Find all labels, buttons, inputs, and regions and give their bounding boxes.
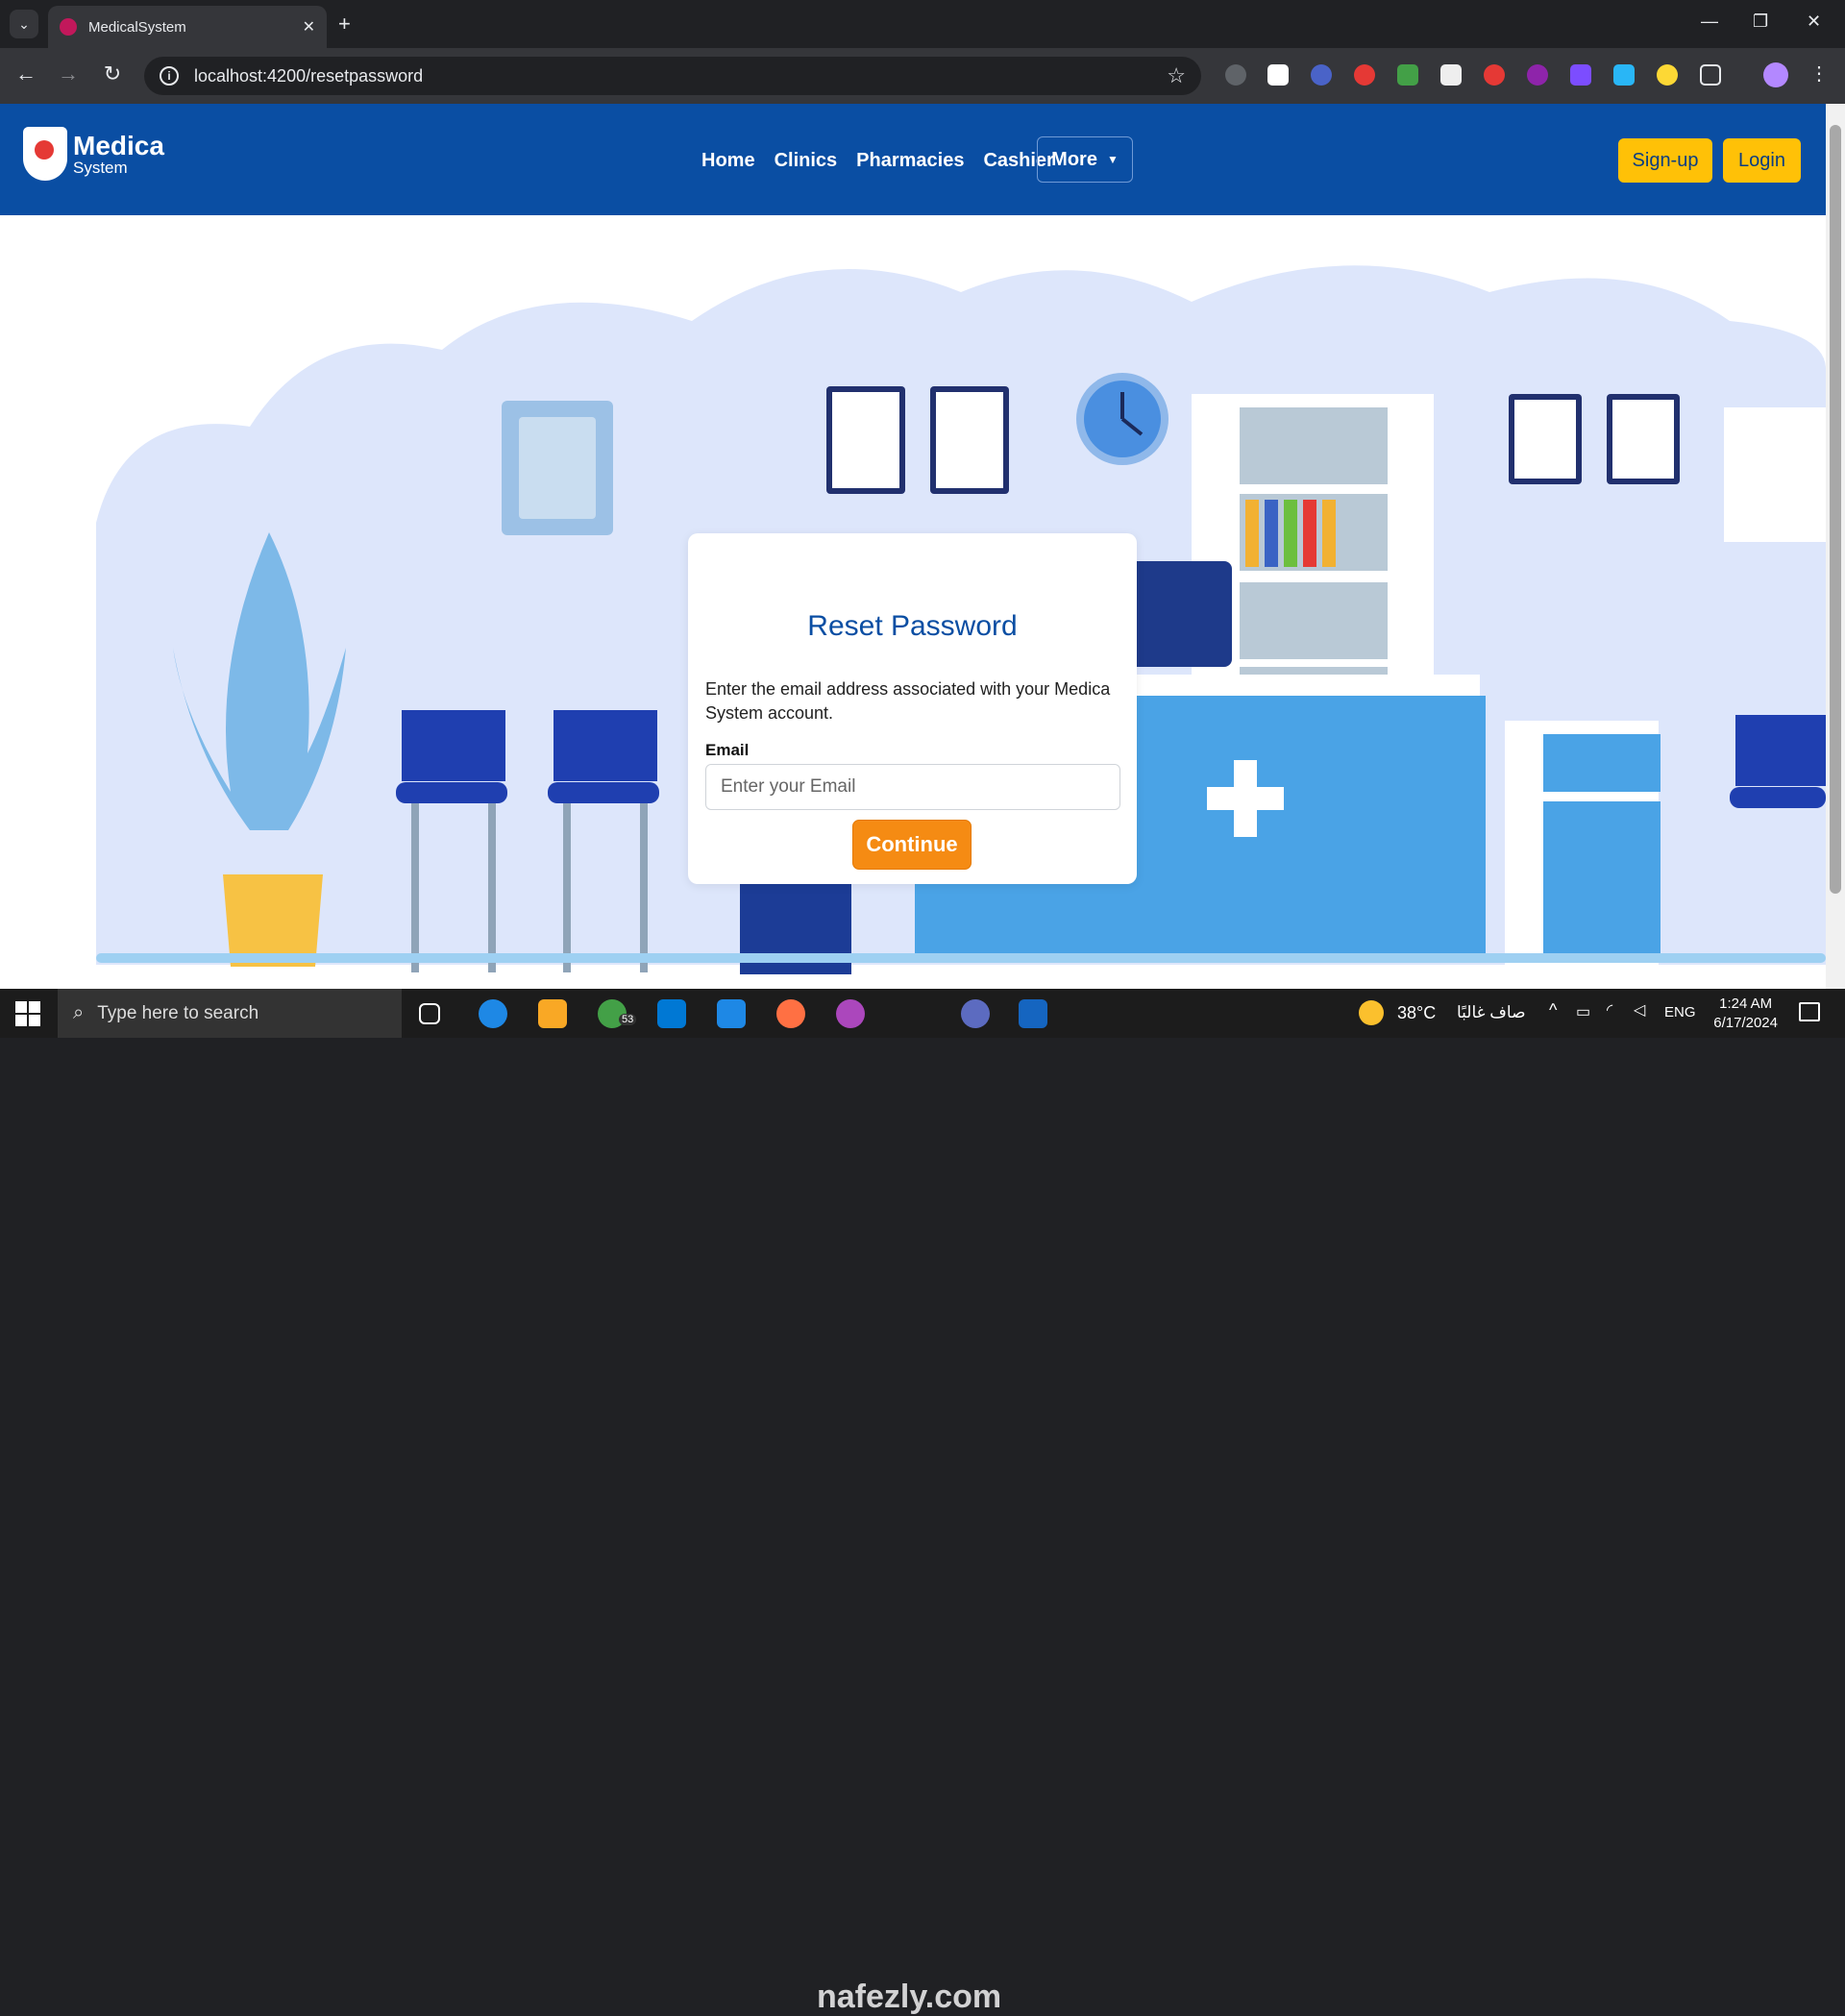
- logo-shield-icon: [23, 127, 67, 181]
- logo-text: Medica System: [73, 130, 164, 177]
- site-info-icon[interactable]: i: [160, 66, 179, 86]
- nav-links: Home Clinics Pharmacies Cashier: [701, 142, 1054, 172]
- extension-icon[interactable]: [1484, 64, 1505, 86]
- signup-button[interactable]: Sign-up: [1618, 138, 1712, 183]
- notification-icon[interactable]: [1799, 1002, 1820, 1021]
- logo-line1: Medica: [73, 130, 164, 160]
- waiting-chair-icon: [1735, 715, 1826, 786]
- bookmark-star-icon[interactable]: ☆: [1167, 63, 1186, 88]
- floor-line: [96, 953, 1826, 963]
- monitor-icon: [1124, 561, 1232, 667]
- firefox-icon[interactable]: [776, 999, 805, 1028]
- clock[interactable]: 1:24 AM 6/17/2024: [1713, 995, 1778, 1033]
- tab-search-button[interactable]: ⌄: [10, 10, 38, 38]
- tray-chevron-icon[interactable]: ^: [1549, 1000, 1557, 1020]
- tab-strip: ⌄ MedicalSystem ✕ + — ❐ ✕: [0, 0, 1845, 48]
- waiting-chair-icon: [554, 710, 657, 781]
- file-explorer-icon[interactable]: [538, 999, 567, 1028]
- scrollbar-thumb[interactable]: [1830, 125, 1841, 894]
- page-scrollbar[interactable]: [1826, 104, 1845, 989]
- extension-icon[interactable]: [1657, 64, 1678, 86]
- close-window-icon[interactable]: ✕: [1807, 12, 1821, 32]
- reset-password-card: Reset Password Enter the email address a…: [688, 533, 1137, 884]
- tab-title: MedicalSystem: [88, 18, 186, 36]
- email-label: Email: [705, 741, 750, 759]
- login-button[interactable]: Login: [1723, 138, 1801, 183]
- battery-icon[interactable]: ▭: [1576, 1002, 1590, 1021]
- clock-date: 6/17/2024: [1713, 1015, 1778, 1031]
- extension-icon[interactable]: [1354, 64, 1375, 86]
- restore-icon[interactable]: ❐: [1753, 12, 1768, 32]
- watermark-text: nafezly.com: [817, 1979, 1002, 2015]
- browser-menu-icon[interactable]: ⋮: [1805, 61, 1833, 86]
- webpage: Medica System Home Clinics Pharmacies Ca…: [0, 104, 1826, 989]
- app-icon[interactable]: [1019, 999, 1047, 1028]
- caret-down-icon: ▼: [1106, 153, 1119, 166]
- more-dropdown[interactable]: More ▼: [1037, 136, 1133, 183]
- nav-link-clinics[interactable]: Clinics: [775, 142, 838, 172]
- continue-button[interactable]: Continue: [852, 820, 972, 870]
- search-icon: ⌕: [73, 1002, 85, 1023]
- forward-icon[interactable]: →: [54, 61, 83, 86]
- weather-temp: 38°C: [1397, 1003, 1437, 1022]
- extension-icon[interactable]: [1397, 64, 1418, 86]
- new-tab-button[interactable]: +: [338, 12, 351, 37]
- tab-medical-system[interactable]: MedicalSystem ✕: [48, 6, 327, 48]
- mail-icon[interactable]: [717, 999, 746, 1028]
- windows-taskbar: ⌕ Type here to search 53 nafezly.com 38°…: [0, 989, 1845, 2015]
- address-bar[interactable]: i localhost:4200/resetpassword ☆: [144, 57, 1201, 95]
- extension-icon[interactable]: [1440, 64, 1462, 86]
- edge-browser-icon[interactable]: [479, 999, 507, 1028]
- extension-icon[interactable]: [1225, 64, 1246, 86]
- store-icon[interactable]: [657, 999, 686, 1028]
- app-icon[interactable]: [961, 999, 990, 1028]
- browser-chrome: ⌄ MedicalSystem ✕ + — ❐ ✕ ← → ↻ i localh…: [0, 0, 1845, 104]
- minimize-icon[interactable]: —: [1701, 12, 1718, 32]
- extension-icon[interactable]: [1267, 64, 1289, 86]
- extensions-puzzle-icon[interactable]: [1700, 64, 1721, 86]
- site-navbar: Medica System Home Clinics Pharmacies Ca…: [0, 104, 1826, 215]
- anatomy-chart-icon: [1724, 407, 1826, 542]
- browser-toolbar: ← → ↻ i localhost:4200/resetpassword ☆ ⋮: [0, 48, 1845, 104]
- chrome-app-icon[interactable]: [836, 999, 865, 1028]
- email-field[interactable]: [705, 764, 1120, 810]
- profile-avatar[interactable]: [1763, 62, 1788, 87]
- task-view-icon[interactable]: [419, 1003, 440, 1024]
- more-label: More: [1051, 148, 1097, 170]
- tab-close-icon[interactable]: ✕: [303, 17, 315, 37]
- volume-icon[interactable]: ◁: [1634, 1000, 1645, 1020]
- whatsapp-badge: 53: [619, 1014, 637, 1025]
- nav-link-pharmacies[interactable]: Pharmacies: [856, 142, 964, 172]
- nav-link-home[interactable]: Home: [701, 142, 755, 172]
- reload-icon[interactable]: ↻: [98, 61, 127, 86]
- taskbar-search-placeholder: Type here to search: [97, 1002, 259, 1023]
- plant-pot-icon: [223, 874, 323, 967]
- extension-icon[interactable]: [1527, 64, 1548, 86]
- extension-icon[interactable]: [1613, 64, 1635, 86]
- site-logo[interactable]: Medica System: [23, 127, 164, 181]
- extension-icon[interactable]: [1570, 64, 1591, 86]
- clock-time: 1:24 AM: [1719, 996, 1773, 1012]
- logo-line2: System: [73, 158, 128, 177]
- language-indicator[interactable]: ENG: [1664, 1004, 1696, 1020]
- url-text: localhost:4200/resetpassword: [194, 65, 424, 86]
- taskbar-search-input[interactable]: ⌕ Type here to search: [58, 989, 402, 1038]
- weather-icon[interactable]: [1359, 1000, 1384, 1025]
- reset-description: Enter the email address associated with …: [705, 679, 1111, 723]
- weather-text: صاف غالبًا: [1457, 1003, 1526, 1021]
- extension-icon[interactable]: [1311, 64, 1332, 86]
- back-icon[interactable]: ←: [12, 61, 40, 86]
- wifi-icon[interactable]: ◜: [1607, 1000, 1612, 1020]
- windows-start-icon[interactable]: [15, 1001, 40, 1026]
- waiting-chair-icon: [402, 710, 505, 781]
- reset-title: Reset Password: [807, 610, 1018, 642]
- tab-favicon: [60, 18, 77, 36]
